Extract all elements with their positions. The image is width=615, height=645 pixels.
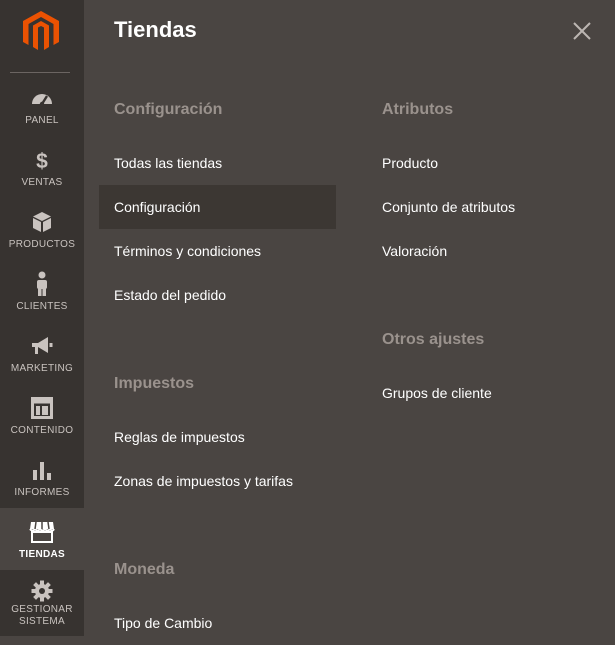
- dollar-icon: $: [0, 148, 84, 172]
- sidebar-item-label-line2: SISTEMA: [19, 616, 65, 627]
- dashboard-gauge-icon: [0, 86, 84, 110]
- sidebar-item-label: INFORMES: [14, 487, 70, 498]
- svg-text:$: $: [36, 150, 48, 172]
- sidebar-item-productos[interactable]: PRODUCTOS: [0, 198, 84, 260]
- section-title-configuracion: Configuración: [114, 101, 223, 118]
- bar-chart-icon: [0, 458, 84, 482]
- magento-logo[interactable]: [0, 0, 84, 64]
- admin-sidebar: PANEL $ VENTAS PRODUCTOS CLIENTES MARKET…: [0, 0, 84, 636]
- section-title-otros-ajustes: Otros ajustes: [382, 331, 485, 348]
- magento-logo-icon: [23, 11, 59, 50]
- box-icon: [0, 210, 84, 234]
- sidebar-item-informes[interactable]: INFORMES: [0, 446, 84, 508]
- menu-link-reglas-de-impuestos[interactable]: Reglas de impuestos: [99, 415, 336, 459]
- layout-icon: [0, 396, 84, 420]
- megaphone-icon: [0, 334, 84, 358]
- logo-divider: [10, 72, 70, 73]
- section-title-atributos: Atributos: [382, 101, 454, 118]
- sidebar-item-clientes[interactable]: CLIENTES: [0, 260, 84, 322]
- menu-link-todas-las-tiendas[interactable]: Todas las tiendas: [99, 141, 336, 185]
- section-title-moneda: Moneda: [114, 561, 175, 578]
- sidebar-item-contenido[interactable]: CONTENIDO: [0, 384, 84, 446]
- menu-link-estado-del-pedido[interactable]: Estado del pedido: [99, 273, 336, 317]
- store-icon: [0, 520, 84, 544]
- sidebar-item-ventas[interactable]: $ VENTAS: [0, 136, 84, 198]
- menu-link-valoracion[interactable]: Valoración: [367, 229, 597, 273]
- sidebar-item-label-line1: GESTIONAR: [11, 604, 73, 615]
- section-title-impuestos: Impuestos: [114, 375, 195, 392]
- sidebar-item-tiendas[interactable]: TIENDAS: [0, 508, 84, 570]
- sidebar-item-label: CLIENTES: [16, 301, 68, 312]
- sidebar-item-label: GESTIONAR SISTEMA: [0, 604, 84, 628]
- sidebar-item-panel[interactable]: PANEL: [0, 74, 84, 136]
- sidebar-item-label: MARKETING: [10, 363, 74, 374]
- gear-icon: [0, 579, 84, 603]
- panel-title: Tiendas: [114, 17, 197, 42]
- menu-link-conjunto-de-atributos[interactable]: Conjunto de atributos: [367, 185, 597, 229]
- sidebar-item-marketing[interactable]: MARKETING: [0, 322, 84, 384]
- close-button[interactable]: [570, 19, 594, 43]
- sidebar-item-label: PANEL: [25, 115, 59, 126]
- menu-link-terminos-y-condiciones[interactable]: Términos y condiciones: [99, 229, 336, 273]
- close-icon: [573, 22, 591, 40]
- person-icon: [0, 271, 84, 296]
- menu-link-tipo-de-cambio[interactable]: Tipo de Cambio: [99, 601, 336, 636]
- sidebar-item-sistema[interactable]: GESTIONAR SISTEMA: [0, 570, 84, 632]
- sidebar-item-label: PRODUCTOS: [8, 239, 76, 250]
- sidebar-item-label: TIENDAS: [19, 549, 65, 560]
- menu-link-grupos-de-cliente[interactable]: Grupos de cliente: [367, 371, 597, 415]
- sidebar-item-label: CONTENIDO: [10, 425, 74, 436]
- sidebar-item-label: VENTAS: [21, 177, 63, 188]
- menu-link-zonas-de-impuestos[interactable]: Zonas de impuestos y tarifas: [99, 459, 336, 503]
- menu-link-producto[interactable]: Producto: [367, 141, 597, 185]
- menu-link-configuracion[interactable]: Configuración: [99, 185, 336, 229]
